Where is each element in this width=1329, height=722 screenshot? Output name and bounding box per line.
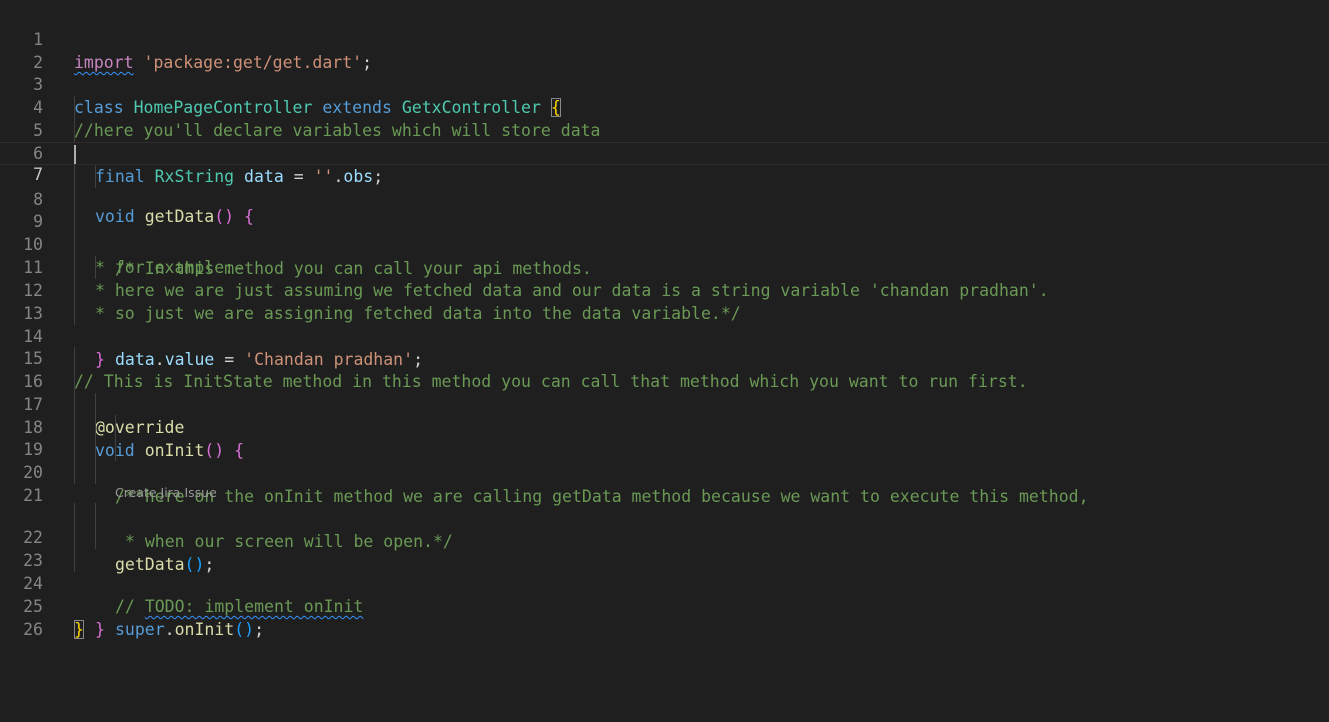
code-text[interactable]: } bbox=[74, 618, 84, 641]
code-line-16[interactable]: 16 @override bbox=[0, 347, 1329, 437]
text-cursor bbox=[74, 145, 76, 164]
code-line-20[interactable]: 20 bbox=[0, 438, 1329, 482]
indent-guide bbox=[74, 393, 75, 416]
dot: . bbox=[164, 620, 175, 639]
super-keyword: super bbox=[115, 620, 165, 639]
code-editor[interactable]: 1 import 'package:get/get.dart'; 2 3 cla… bbox=[0, 0, 1329, 722]
close-brace: } bbox=[95, 620, 105, 639]
code-line-10[interactable]: 10 * here we are just assuming we fetche… bbox=[0, 210, 1329, 300]
indent-guide bbox=[74, 526, 75, 549]
indent-guide bbox=[74, 347, 75, 370]
indent-guide bbox=[74, 549, 75, 572]
indent-guide bbox=[95, 393, 96, 416]
code-line-7[interactable]: 7 void getData() { bbox=[0, 142, 1329, 226]
code-line-3[interactable]: 3 class HomePageController extends GetxC… bbox=[0, 50, 1329, 117]
code-line-13[interactable]: 13 } bbox=[0, 279, 1329, 369]
indent-guide bbox=[95, 415, 96, 438]
indent-guide bbox=[74, 119, 75, 142]
semicolon: ; bbox=[254, 620, 265, 639]
indent-guide bbox=[74, 96, 75, 119]
code-line-26[interactable]: 26 bbox=[0, 595, 1329, 639]
code-line-14[interactable]: 14 bbox=[0, 302, 1329, 346]
code-line-5[interactable]: 5 final RxString data = ''.obs; bbox=[0, 96, 1329, 186]
indent-guide bbox=[115, 415, 116, 438]
code-text[interactable]: } bbox=[95, 618, 105, 641]
indent-guide bbox=[95, 461, 96, 484]
indent-guide bbox=[74, 461, 75, 484]
indent-guide bbox=[74, 187, 75, 210]
code-line-23[interactable]: 23 super.onInit(); bbox=[0, 526, 1329, 639]
code-line-15[interactable]: 15 // This is InitState method in this m… bbox=[0, 324, 1329, 391]
code-line-19[interactable]: 19 * when our screen will be open.*/ bbox=[0, 415, 1329, 551]
indent-guide bbox=[74, 233, 75, 256]
code-line-2[interactable]: 2 bbox=[0, 28, 1329, 72]
code-line-6[interactable]: 6 bbox=[0, 119, 1329, 163]
code-line-18[interactable]: 18 /**here on the onInit method we are c… bbox=[0, 393, 1329, 506]
indent-guide bbox=[74, 302, 75, 325]
code-line-12[interactable]: 12 data.value = 'Chandan pradhan'; bbox=[0, 256, 1329, 369]
codelens-create-jira-issue[interactable]: Create Jira Issue bbox=[115, 484, 217, 502]
code-line-8[interactable]: 8 /* In this method you can call your ap… bbox=[0, 165, 1329, 278]
indent-guide bbox=[74, 210, 75, 233]
code-line-22[interactable]: 22 // TODO: implement onInit bbox=[0, 503, 1329, 616]
indent-guide bbox=[74, 503, 75, 526]
code-line-4[interactable]: 4 //here you'll declare variables which … bbox=[0, 73, 1329, 140]
indent-guide bbox=[95, 503, 96, 526]
indent-guide bbox=[115, 438, 116, 461]
indent-guide bbox=[95, 526, 96, 549]
indent-guide bbox=[74, 415, 75, 438]
indent-guide bbox=[95, 438, 96, 461]
indent-guide bbox=[74, 370, 75, 393]
indent-guide bbox=[74, 279, 75, 302]
code-line-9[interactable]: 9 * for example:- bbox=[0, 187, 1329, 277]
code-line-25[interactable]: 25 } bbox=[0, 572, 1329, 639]
code-line-11[interactable]: 11 * so just we are assigning fetched da… bbox=[0, 233, 1329, 323]
parentheses: () bbox=[234, 620, 255, 639]
function-call: onInit bbox=[174, 620, 235, 639]
code-line-24[interactable]: 24 } bbox=[0, 549, 1329, 639]
indent-guide bbox=[95, 165, 96, 188]
code-line-1[interactable]: 1 import 'package:get/get.dart'; bbox=[0, 5, 1329, 72]
line-number: 26 bbox=[23, 620, 43, 639]
code-line-21[interactable]: 21 getData(); bbox=[0, 461, 1329, 574]
code-text[interactable]: super.onInit(); bbox=[115, 618, 264, 641]
indent-guide bbox=[74, 165, 75, 188]
code-line-17[interactable]: 17 void onInit() { bbox=[0, 370, 1329, 460]
close-brace: } bbox=[74, 620, 84, 639]
indent-guide bbox=[74, 438, 75, 461]
indent-guide bbox=[95, 256, 96, 279]
indent-guide bbox=[74, 256, 75, 279]
